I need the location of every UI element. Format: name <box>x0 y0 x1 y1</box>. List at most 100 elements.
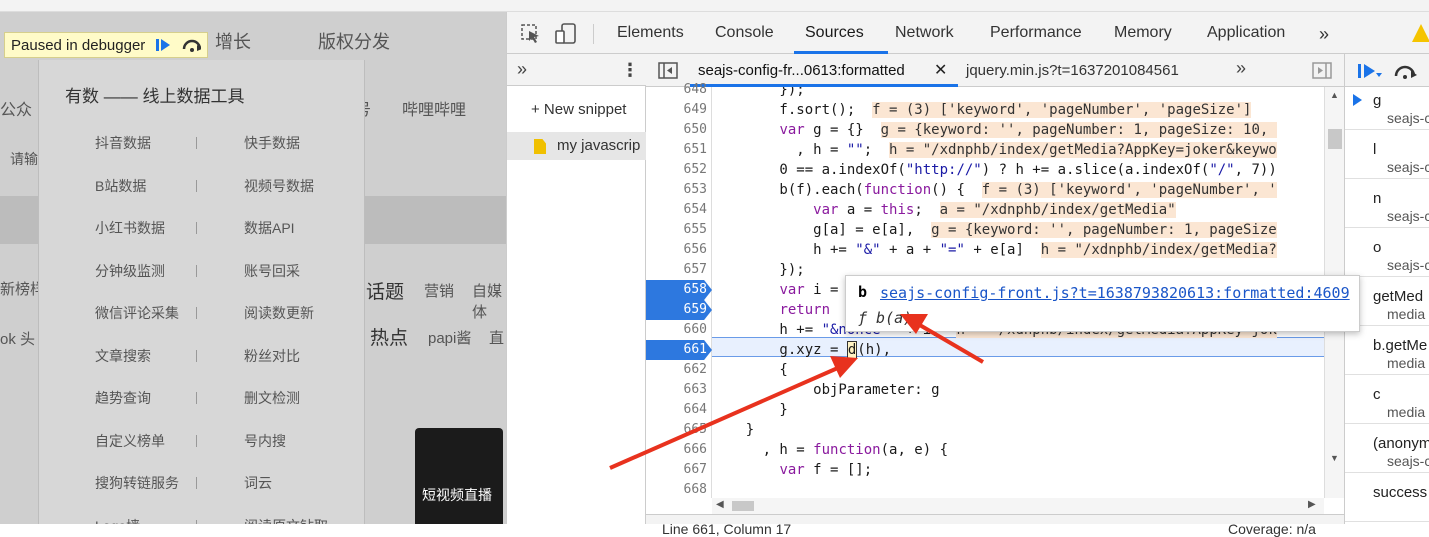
close-tab-icon[interactable]: ✕ <box>934 60 947 80</box>
call-stack-frame[interactable]: g seajs-c <box>1345 87 1429 130</box>
line-number[interactable]: 650 <box>646 120 712 140</box>
menu-item-right[interactable]: 词云 <box>244 473 272 493</box>
warning-icon[interactable] <box>1412 24 1429 42</box>
call-stack-frame[interactable]: success <box>1345 479 1429 522</box>
snippet-item[interactable]: my javascrip <box>507 132 646 160</box>
line-number[interactable]: 664 <box>646 400 712 420</box>
call-stack-frame[interactable]: c media <box>1345 381 1429 424</box>
line-number[interactable]: 663 <box>646 380 712 400</box>
behind-text-2[interactable]: 哔哩哔哩 <box>402 96 466 120</box>
tab-memory[interactable]: Memory <box>1114 24 1172 42</box>
menu-item-left[interactable]: B站数据 <box>95 176 146 196</box>
menu-item-right[interactable]: 粉丝对比 <box>244 346 300 366</box>
line-number[interactable]: 656 <box>646 240 712 260</box>
frame-name: g <box>1373 92 1382 109</box>
resume-script-icon[interactable] <box>1357 62 1383 85</box>
tab-network[interactable]: Network <box>895 24 954 42</box>
line-number[interactable]: 648 <box>646 80 712 100</box>
call-stack-frame[interactable]: (anonym seajs-c <box>1345 430 1429 473</box>
device-toolbar-icon[interactable] <box>555 23 577 50</box>
step-over-icon[interactable] <box>181 36 202 54</box>
menu-item-left[interactable]: 文章搜索 <box>95 346 151 366</box>
nav-copyright[interactable]: 版权分发 <box>318 28 390 54</box>
menu-item-right[interactable]: 视频号数据 <box>244 176 314 196</box>
code-line-655: g[a] = e[a], g = {keyword: '', pageNumbe… <box>712 222 1277 238</box>
menu-item-right[interactable]: 阅读原文钻取 <box>244 516 328 525</box>
menu-divider <box>196 307 197 319</box>
tag-papi[interactable]: papi酱 <box>428 327 471 348</box>
step-over-next-icon[interactable] <box>1393 62 1419 85</box>
snippet-file-icon <box>534 139 546 154</box>
line-number[interactable]: 649 <box>646 100 712 120</box>
scrollbar-thumb[interactable] <box>1328 129 1342 149</box>
code-line-650: var g = {} g = {keyword: '', pageNumber:… <box>779 122 1277 138</box>
call-stack-frame[interactable]: o seajs-c <box>1345 234 1429 277</box>
breakpoint-marker[interactable]: 659 <box>646 300 712 320</box>
line-number[interactable]: 662 <box>646 360 712 380</box>
menu-item-left[interactable]: 分钟级监测 <box>95 261 165 281</box>
line-number[interactable]: 654 <box>646 200 712 220</box>
line-number[interactable]: 665 <box>646 420 712 440</box>
frame-source: media <box>1387 306 1426 322</box>
menu-item-left[interactable]: 搜狗转链服务 <box>95 473 179 493</box>
line-number[interactable]: 667 <box>646 460 712 480</box>
tag-topic[interactable]: 话题 <box>366 277 404 304</box>
resume-icon[interactable] <box>153 36 173 54</box>
tab-performance[interactable]: Performance <box>990 24 1082 42</box>
editor-tab-jquery[interactable]: jquery.min.js?t=1637201084561 <box>966 62 1179 79</box>
menu-item-right[interactable]: 快手数据 <box>244 133 300 153</box>
menu-item-left[interactable]: 自定义榜单 <box>95 431 165 451</box>
toggle-debugger-icon[interactable] <box>1312 62 1332 84</box>
side-text-1: 公众 <box>0 102 33 119</box>
devtools-tab-bar: Elements Console Sources Network Perform… <box>507 12 1429 54</box>
menu-item-left[interactable]: Logo墙 <box>95 516 140 525</box>
popover-source-link[interactable]: seajs-config-front.js?t=1638793820613:fo… <box>880 284 1350 302</box>
tag-more[interactable]: 直 <box>489 327 504 348</box>
horizontal-scrollbar[interactable]: ◀ ▶ <box>712 498 1324 514</box>
menu-item-left[interactable]: 微信评论采集 <box>95 303 179 323</box>
more-editor-tabs-chevron-icon[interactable]: » <box>1236 58 1246 79</box>
tab-console[interactable]: Console <box>715 24 774 42</box>
line-number[interactable]: 651 <box>646 140 712 160</box>
navigator-more-chevron-icon[interactable]: » <box>517 59 527 80</box>
tab-sources[interactable]: Sources <box>805 24 864 42</box>
tab-application[interactable]: Application <box>1207 24 1285 42</box>
menu-item-right[interactable]: 号内搜 <box>244 431 286 451</box>
menu-item-right[interactable]: 数据API <box>244 218 295 238</box>
live-video-card[interactable]: 短视频直播 <box>415 428 503 524</box>
line-number[interactable]: 657 <box>646 260 712 280</box>
navigator-menu-kebab-icon[interactable]: ⋮ <box>621 60 639 81</box>
line-number-gutter[interactable]: 648 649 650 651 652 653 654 655 656 657 658 659 660 6… <box>646 82 712 500</box>
call-stack-frame[interactable]: n seajs-c <box>1345 185 1429 228</box>
frame-source: seajs-c <box>1387 159 1429 175</box>
editor-status-bar: Line 661, Column 17 Coverage: n/a <box>646 514 1344 537</box>
call-stack-frame[interactable]: l seajs-c <box>1345 136 1429 179</box>
menu-item-left[interactable]: 趋势查询 <box>95 388 151 408</box>
line-number[interactable]: 666 <box>646 440 712 460</box>
call-stack-frame[interactable]: b.getMe media <box>1345 332 1429 375</box>
line-number[interactable]: 655 <box>646 220 712 240</box>
line-number[interactable]: 653 <box>646 180 712 200</box>
editor-tab-seajs[interactable]: seajs-config-fr...0613:formatted <box>698 62 905 79</box>
menu-item-left[interactable]: 抖音数据 <box>95 133 151 153</box>
line-number[interactable]: 668 <box>646 480 712 500</box>
menu-item-right[interactable]: 阅读数更新 <box>244 303 314 323</box>
new-snippet-button[interactable]: + New snippet <box>531 101 626 118</box>
line-number[interactable]: 652 <box>646 160 712 180</box>
tab-elements[interactable]: Elements <box>617 24 684 42</box>
tag-marketing[interactable]: 营销 <box>424 280 454 301</box>
menu-item-right[interactable]: 删文检测 <box>244 388 300 408</box>
tag-hot[interactable]: 热点 <box>370 323 408 350</box>
browser-top-strip <box>0 0 1429 12</box>
breakpoint-marker[interactable]: 661 <box>646 340 712 360</box>
menu-divider <box>196 179 197 192</box>
nav-growth[interactable]: 增长 <box>215 28 251 54</box>
menu-item-left[interactable]: 小红书数据 <box>95 218 165 238</box>
hscroll-thumb[interactable] <box>732 501 754 511</box>
more-tabs-chevron-icon[interactable]: » <box>1319 24 1329 45</box>
inspect-element-icon[interactable] <box>521 24 541 49</box>
breakpoint-marker[interactable]: 658 <box>646 280 712 300</box>
tag-media[interactable]: 自媒体 <box>472 280 506 322</box>
line-number[interactable]: 660 <box>646 320 712 340</box>
menu-item-right[interactable]: 账号回采 <box>244 261 300 281</box>
